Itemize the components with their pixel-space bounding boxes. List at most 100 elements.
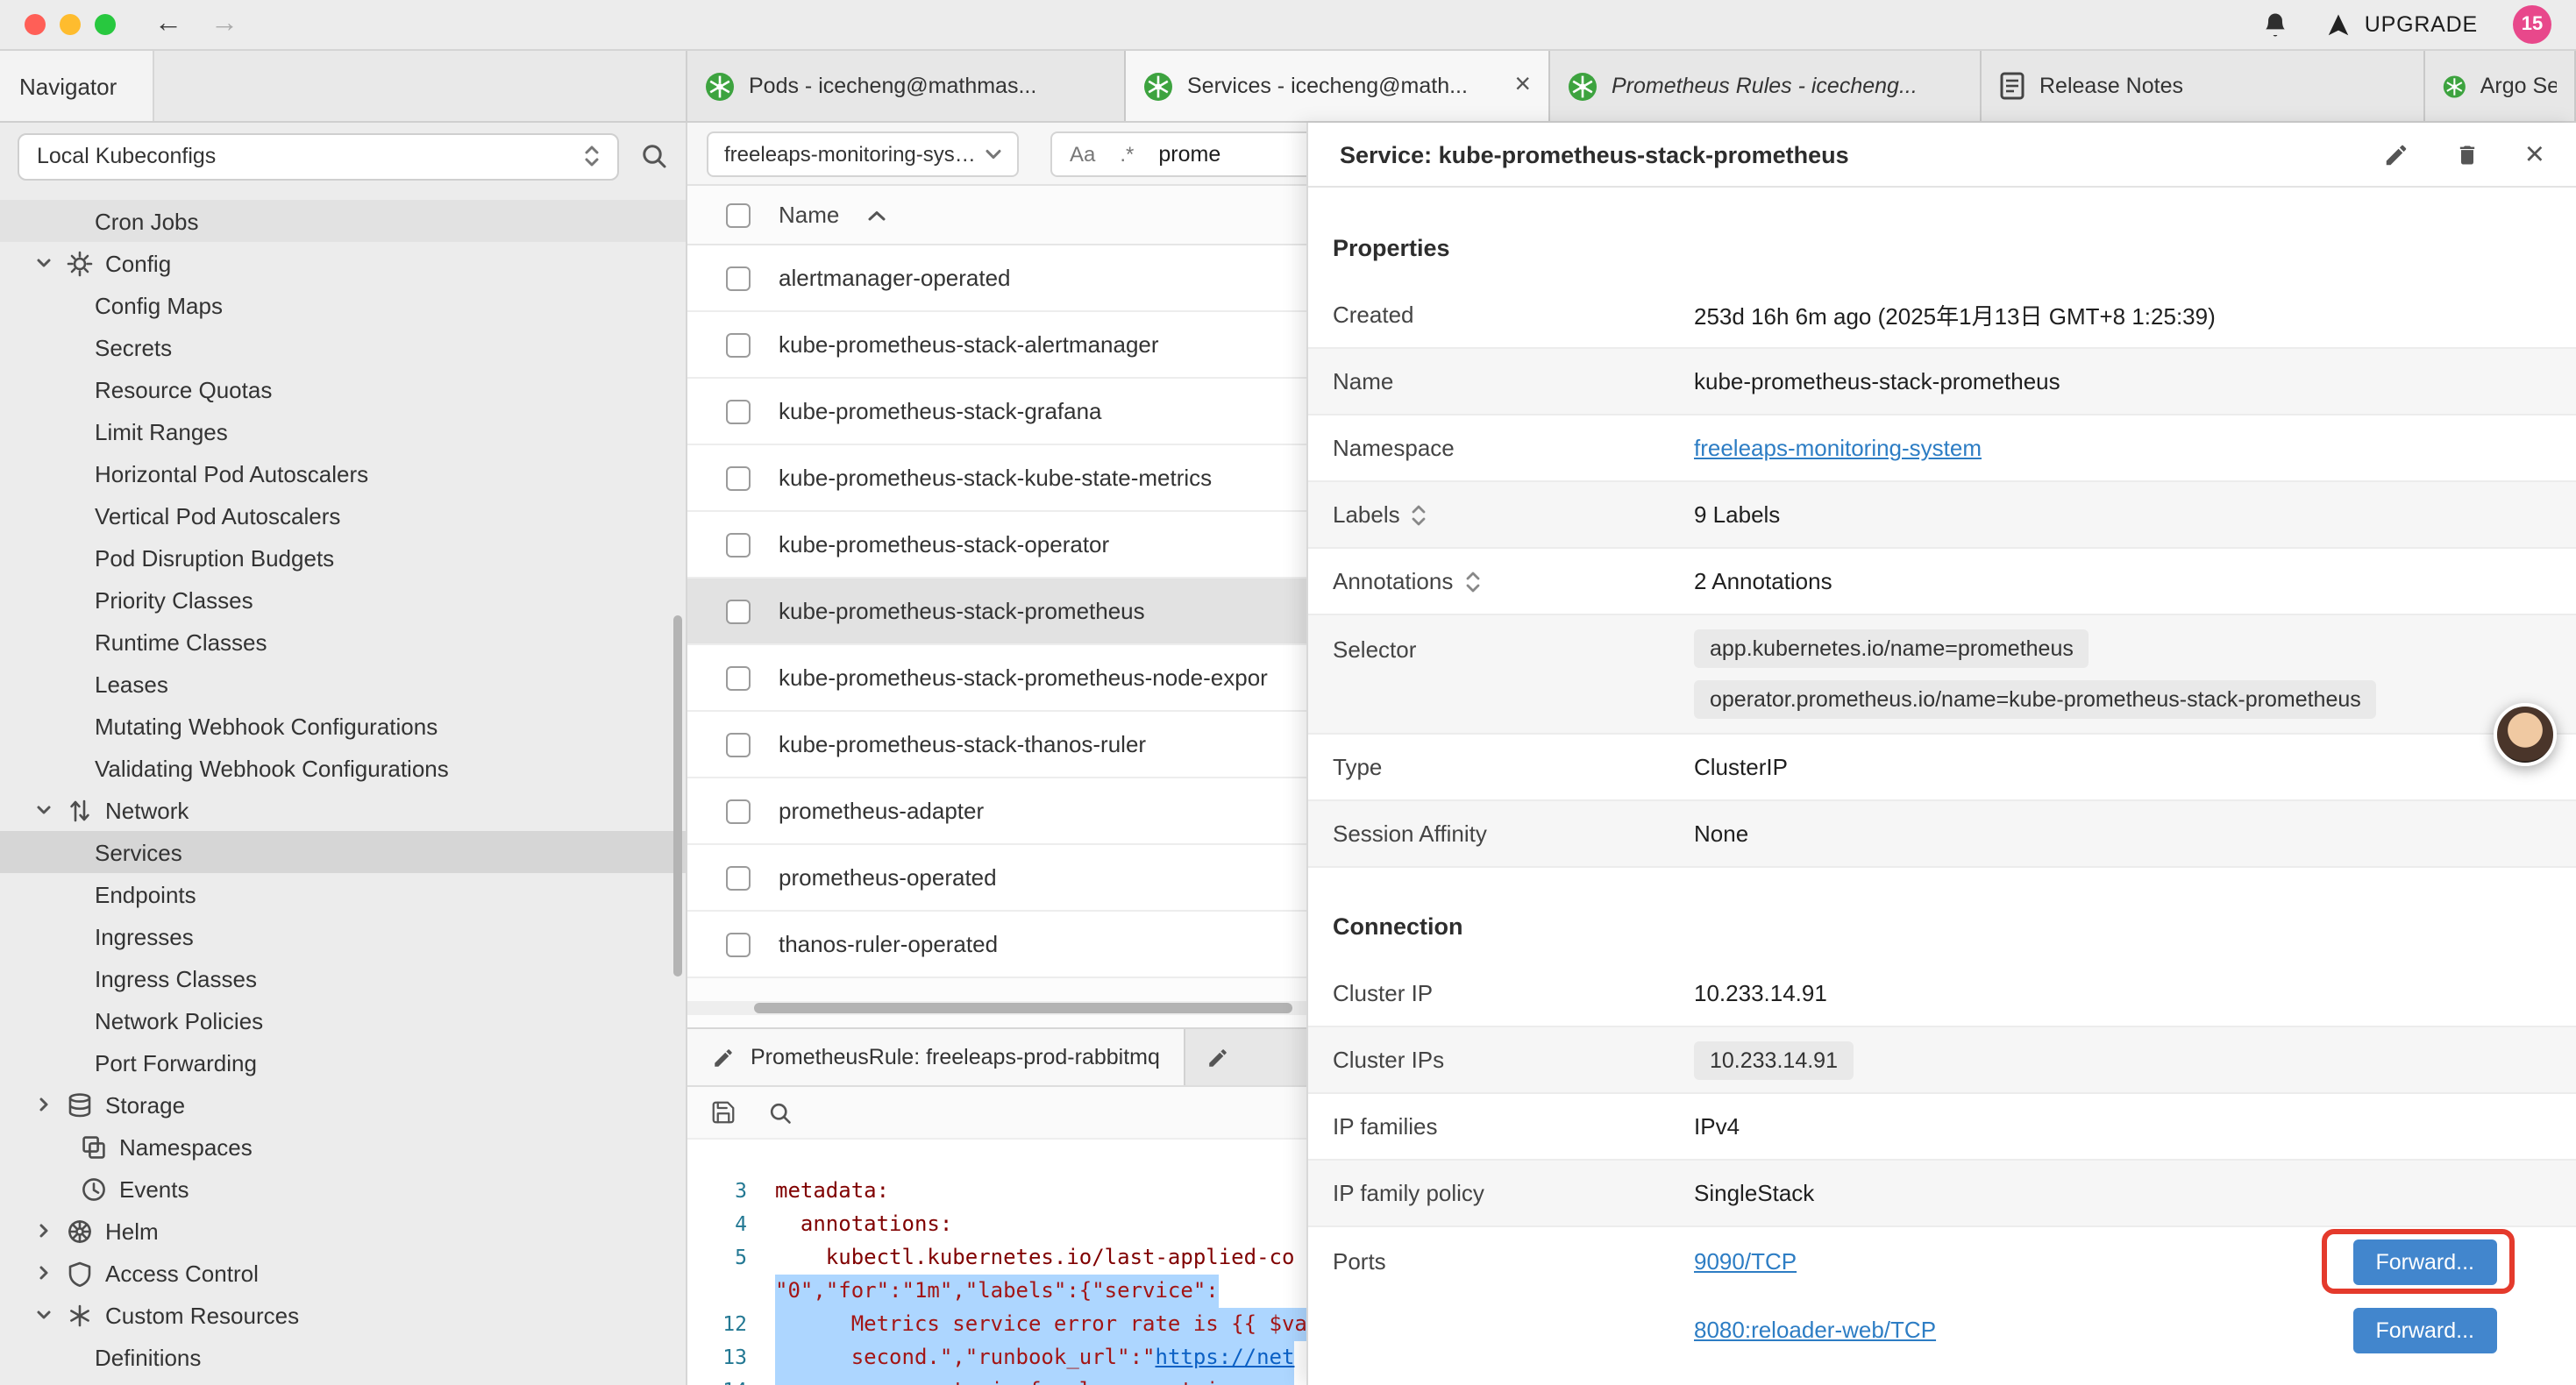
sidebar-item-limit-ranges[interactable]: Limit Ranges	[0, 410, 686, 452]
bell-icon[interactable]	[2261, 10, 2291, 39]
port-link[interactable]: 9090/TCP	[1694, 1248, 1797, 1275]
port-link[interactable]: 8080:reloader-web/TCP	[1694, 1317, 1936, 1343]
sidebar-scrollbar[interactable]	[673, 615, 682, 977]
expand-updown-icon[interactable]	[1465, 571, 1479, 592]
sidebar-item-custom-resources[interactable]: Custom Resources	[0, 1294, 686, 1336]
code-line: second.","runbook_url":"https://net	[775, 1341, 1294, 1374]
navigator-header: Navigator	[0, 51, 687, 121]
sidebar-item-network[interactable]: Network	[0, 789, 686, 831]
forward-button[interactable]: →	[210, 11, 238, 39]
section-heading-connection: Connection	[1308, 868, 2576, 961]
sidebar-item-vertical-pod-autoscalers[interactable]: Vertical Pod Autoscalers	[0, 494, 686, 536]
drawer-body: Properties Created 253d 16h 6m ago (2025…	[1308, 189, 2576, 1385]
chevron-down-icon	[35, 254, 53, 272]
sidebar-item-runtime-classes[interactable]: Runtime Classes	[0, 621, 686, 663]
shield-icon	[67, 1260, 93, 1286]
match-case-toggle[interactable]: Aa	[1070, 141, 1095, 166]
notification-badge[interactable]: 15	[2513, 5, 2551, 44]
sidebar-item-definitions[interactable]: Definitions	[0, 1336, 686, 1378]
sidebar-item-pod-disruption-budgets[interactable]: Pod Disruption Budgets	[0, 536, 686, 579]
forward-button[interactable]: Forward...	[2352, 1239, 2497, 1284]
row-checkbox[interactable]	[726, 532, 751, 557]
chevron-right-icon	[35, 1222, 53, 1239]
row-checkbox[interactable]	[726, 399, 751, 423]
sidebar-item-storage[interactable]: Storage	[0, 1083, 686, 1126]
row-checkbox[interactable]	[726, 665, 751, 690]
sidebar-item-endpoints[interactable]: Endpoints	[0, 873, 686, 915]
sidebar-item-config[interactable]: Config	[0, 242, 686, 284]
sidebar-item-horizontal-pod-autoscalers[interactable]: Horizontal Pod Autoscalers	[0, 452, 686, 494]
tab-pods[interactable]: Pods - icecheng@mathmas...	[687, 51, 1126, 121]
tab-label: Services - icecheng@math...	[1187, 74, 1468, 98]
sidebar-item-cron-jobs[interactable]: Cron Jobs	[0, 200, 686, 242]
navigator-tab[interactable]: Navigator	[0, 51, 154, 121]
row-checkbox[interactable]	[726, 732, 751, 756]
sidebar-item-resource-quotas[interactable]: Resource Quotas	[0, 368, 686, 410]
forward-button[interactable]: Forward...	[2352, 1307, 2497, 1353]
sidebar-item-services[interactable]: Services	[0, 831, 686, 873]
namespace-link[interactable]: freeleaps-monitoring-system	[1694, 435, 1982, 461]
sidebar-item-mutating-webhook-configurations[interactable]: Mutating Webhook Configurations	[0, 705, 686, 747]
expand-updown-icon[interactable]	[1413, 504, 1427, 525]
row-checkbox[interactable]	[726, 465, 751, 490]
tab-release-notes[interactable]: Release Notes	[1982, 51, 2425, 121]
helm-wheel-icon	[67, 1218, 93, 1244]
namespace-selector-value: freeleaps-monitoring-system	[724, 141, 978, 166]
namespace-selector[interactable]: freeleaps-monitoring-system	[707, 131, 1019, 176]
cluster-ip-badge: 10.233.14.91	[1694, 1041, 1854, 1079]
minimize-window-button[interactable]	[60, 14, 81, 35]
sidebar-item-secrets[interactable]: Secrets	[0, 326, 686, 368]
close-window-button[interactable]	[25, 14, 46, 35]
row-checkbox[interactable]	[726, 332, 751, 357]
kubeconfig-selector[interactable]: Local Kubeconfigs	[18, 132, 619, 180]
close-tab-icon[interactable]: ×	[1514, 70, 1531, 102]
row-checkbox[interactable]	[726, 865, 751, 890]
service-details-drawer: Service: kube-prometheus-stack-prometheu…	[1306, 123, 2576, 1385]
sidebar-item-namespaces[interactable]: Namespaces	[0, 1126, 686, 1168]
sidebar-item-config-maps[interactable]: Config Maps	[0, 284, 686, 326]
name-column-header[interactable]: Name	[779, 202, 839, 228]
tab-label: Prometheus Rules - icecheng...	[1612, 74, 1918, 98]
upgrade-button[interactable]: UPGRADE	[2326, 11, 2478, 38]
search-icon[interactable]	[768, 1100, 793, 1125]
sidebar-item-priority-classes[interactable]: Priority Classes	[0, 579, 686, 621]
select-all-checkbox[interactable]	[726, 202, 751, 227]
sidebar-item-helm[interactable]: Helm	[0, 1210, 686, 1252]
search-query: prome	[1158, 141, 1220, 166]
row-checkbox[interactable]	[726, 932, 751, 956]
search-icon[interactable]	[640, 142, 668, 170]
trash-icon[interactable]	[2455, 141, 2480, 167]
row-checkbox[interactable]	[726, 599, 751, 623]
save-icon[interactable]	[710, 1099, 737, 1126]
close-drawer-icon[interactable]: ×	[2525, 138, 2544, 171]
kubernetes-icon	[1568, 71, 1598, 101]
maximize-window-button[interactable]	[95, 14, 116, 35]
edit-pencil-icon[interactable]	[2383, 141, 2409, 167]
property-row-name: Name kube-prometheus-stack-prometheus	[1308, 349, 2576, 416]
sort-ascending-icon[interactable]	[867, 210, 885, 220]
pencil-icon	[712, 1046, 735, 1069]
sidebar-item-ingresses[interactable]: Ingresses	[0, 915, 686, 957]
tab-argo[interactable]: Argo Se...	[2425, 51, 2576, 121]
tab-services[interactable]: Services - icecheng@math... ×	[1126, 51, 1550, 121]
property-row-type: Type ClusterIP	[1308, 735, 2576, 801]
kubernetes-icon	[1143, 71, 1173, 101]
row-checkbox[interactable]	[726, 799, 751, 823]
sidebar-item-validating-webhook-configurations[interactable]: Validating Webhook Configurations	[0, 747, 686, 789]
select-chevrons-icon	[584, 144, 600, 168]
dock-tab-prometheusrule[interactable]: PrometheusRule: freeleaps-prod-rabbitmq	[687, 1029, 1186, 1085]
tab-prometheus-rules[interactable]: Prometheus Rules - icecheng...	[1550, 51, 1982, 121]
regex-toggle[interactable]: .*	[1120, 141, 1134, 166]
horizontal-scrollbar[interactable]	[687, 1001, 1306, 1015]
code-line: Metrics service error rate is {{ $va	[775, 1308, 1307, 1341]
sidebar-item-leases[interactable]: Leases	[0, 663, 686, 705]
sidebar-item-network-policies[interactable]: Network Policies	[0, 999, 686, 1041]
sidebar-item-port-forwarding[interactable]: Port Forwarding	[0, 1041, 686, 1083]
back-button[interactable]: ←	[154, 11, 182, 39]
scrollbar-thumb[interactable]	[754, 1003, 1292, 1013]
sidebar-item-ingress-classes[interactable]: Ingress Classes	[0, 957, 686, 999]
row-checkbox[interactable]	[726, 266, 751, 290]
sidebar-item-access-control[interactable]: Access Control	[0, 1252, 686, 1294]
sidebar-item-events[interactable]: Events	[0, 1168, 686, 1210]
chevron-down-icon	[986, 148, 1001, 159]
